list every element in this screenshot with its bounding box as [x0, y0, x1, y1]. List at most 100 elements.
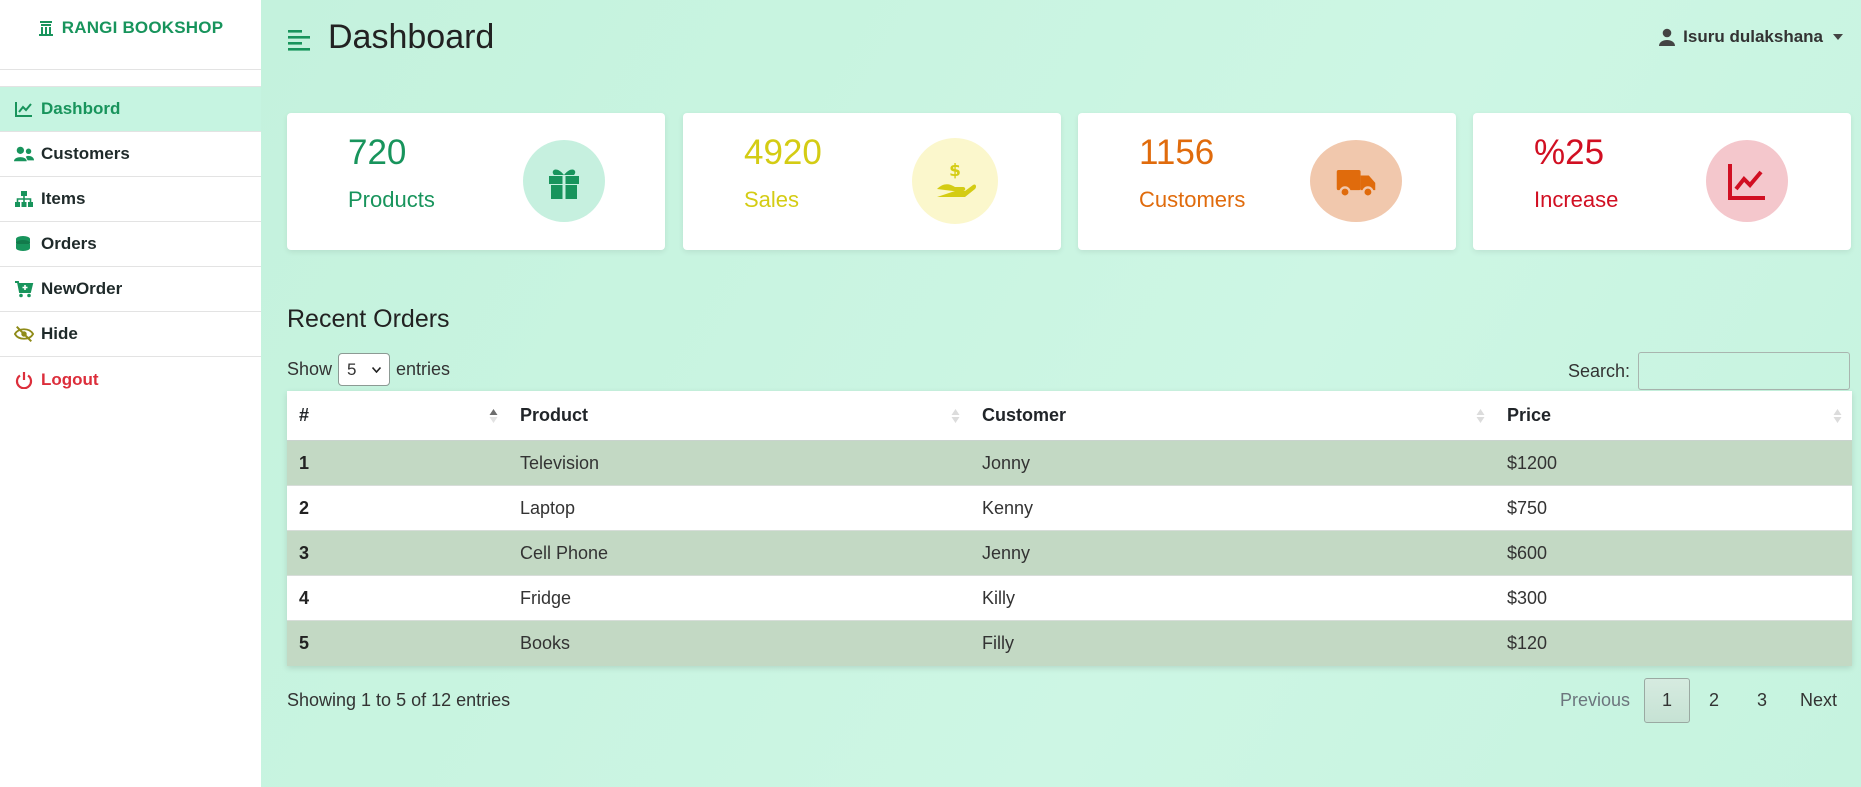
page-button-1[interactable]: 1	[1643, 678, 1690, 723]
sort-icon	[951, 408, 960, 423]
column-label: Product	[520, 405, 589, 425]
page-button-3[interactable]: 3	[1738, 678, 1786, 723]
brand[interactable]: RANGI BOOKSHOP	[0, 0, 261, 70]
stat-card-sales: 4920 Sales $	[683, 113, 1061, 250]
cell-product: Books	[520, 633, 571, 653]
cell-price: $600	[1507, 542, 1548, 563]
previous-page-button[interactable]: Previous	[1546, 678, 1644, 723]
gift-icon	[523, 140, 605, 222]
cell-price: $750	[1507, 497, 1548, 518]
menu-toggle-icon[interactable]	[287, 27, 311, 51]
sitemap-icon	[15, 191, 33, 207]
stat-value: %25	[1534, 133, 1605, 172]
sidebar-item-label: Items	[41, 189, 86, 208]
column-header-index[interactable]: #	[287, 391, 508, 440]
cell-price: $300	[1507, 587, 1548, 608]
stat-label: Products	[348, 187, 435, 212]
sidebar-item-label: Dashbord	[41, 99, 121, 118]
svg-text:$: $	[949, 161, 961, 181]
cell-index: 1	[299, 452, 310, 473]
stat-card-customers: 1156 Customers	[1078, 113, 1456, 250]
power-icon	[15, 371, 33, 389]
pagination: Previous 1 2 3 Next	[1546, 678, 1851, 723]
stat-value: 720	[348, 133, 407, 172]
sidebar-item-label: NewOrder	[41, 279, 123, 298]
coins-icon	[16, 236, 30, 251]
users-icon	[14, 146, 34, 162]
page-size-value: 5	[347, 359, 357, 379]
column-label: Price	[1507, 405, 1552, 425]
sidebar-item-label: Logout	[41, 369, 99, 389]
cell-product: Laptop	[520, 497, 576, 518]
cell-price: $120	[1507, 633, 1548, 653]
cell-index: 5	[299, 633, 310, 653]
cell-customer: Jenny	[982, 542, 1031, 563]
column-header-price[interactable]: Price	[1495, 391, 1852, 440]
sort-icon	[1833, 408, 1842, 423]
table-row[interactable]: 1 Television Jonny $1200	[287, 441, 1852, 486]
stat-label: Increase	[1534, 187, 1619, 212]
column-header-product[interactable]: Product	[508, 391, 970, 440]
cell-product: Fridge	[520, 587, 572, 608]
cell-price: $1200	[1507, 452, 1558, 473]
bookshop-icon	[38, 21, 53, 36]
column-header-customer[interactable]: Customer	[970, 391, 1495, 440]
cell-customer: Kenny	[982, 497, 1034, 518]
stat-card-products: 720 Products	[287, 113, 665, 250]
stat-card-increase: %25 Increase	[1473, 113, 1851, 250]
show-label: Show	[287, 359, 333, 379]
cell-index: 4	[299, 587, 310, 608]
cell-product: Cell Phone	[520, 542, 609, 563]
sidebar-item-items[interactable]: Items	[0, 177, 261, 222]
hand-dollar-icon: $	[912, 138, 998, 224]
page-size-select[interactable]: 5	[338, 353, 391, 386]
chevron-down-icon	[1833, 34, 1843, 40]
sidebar: RANGI BOOKSHOP Dashbord Customers Items …	[0, 0, 261, 787]
cell-index: 2	[299, 497, 310, 518]
search-label: Search:	[1567, 360, 1630, 381]
sidebar-item-neworder[interactable]: NewOrder	[0, 267, 261, 312]
column-label: #	[299, 405, 310, 425]
sidebar-item-label: Hide	[41, 324, 78, 343]
table-row[interactable]: 3 Cell Phone Jenny $600	[287, 531, 1852, 576]
page-button-2[interactable]: 2	[1690, 678, 1738, 723]
cell-index: 3	[299, 542, 310, 563]
stat-label: Customers	[1139, 187, 1246, 212]
main-content: Dashboard Isuru dulakshana 720 Products …	[261, 0, 1861, 787]
sidebar-item-logout[interactable]: Logout	[0, 357, 261, 402]
sidebar-divider	[0, 70, 261, 87]
sort-asc-icon	[489, 408, 498, 423]
sort-icon	[1476, 408, 1485, 423]
cell-customer: Killy	[982, 587, 1016, 608]
entries-label: entries	[396, 359, 451, 379]
search-input[interactable]	[1638, 352, 1850, 390]
cell-customer: Filly	[982, 633, 1014, 653]
sidebar-item-orders[interactable]: Orders	[0, 222, 261, 267]
sidebar-item-hide[interactable]: Hide	[0, 312, 261, 357]
sidebar-item-label: Orders	[41, 234, 97, 253]
eye-slash-icon	[14, 326, 34, 342]
topbar: Dashboard Isuru dulakshana	[261, 0, 1861, 80]
table-row[interactable]: 4 Fridge Killy $300	[287, 576, 1852, 621]
sidebar-item-label: Customers	[41, 144, 130, 163]
cell-customer: Jonny	[982, 452, 1031, 473]
table-row[interactable]: 2 Laptop Kenny $750	[287, 486, 1852, 531]
sidebar-item-customers[interactable]: Customers	[0, 132, 261, 177]
next-page-button[interactable]: Next	[1786, 678, 1851, 723]
table-search: Search:	[1568, 352, 1850, 390]
user-icon	[1659, 28, 1676, 46]
table-row[interactable]: 5 Books Filly $120	[287, 621, 1852, 666]
sidebar-item-dashboard[interactable]: Dashbord	[0, 87, 261, 132]
user-menu[interactable]: Isuru dulakshana	[1659, 27, 1843, 47]
page-title: Dashboard	[328, 18, 495, 56]
table-header: # Product Customer Price	[287, 391, 1852, 441]
chart-up-icon	[1706, 140, 1788, 222]
stat-value: 4920	[744, 133, 822, 172]
table-info: Showing 1 to 5 of 12 entries	[287, 690, 511, 710]
page-length-control: Show 5 entries	[287, 353, 450, 386]
orders-table: # Product Customer Price 1 Television Jo…	[287, 391, 1852, 666]
cell-product: Television	[520, 452, 600, 473]
chevron-down-icon	[372, 366, 382, 373]
column-label: Customer	[982, 405, 1067, 425]
stat-value: 1156	[1139, 133, 1215, 172]
